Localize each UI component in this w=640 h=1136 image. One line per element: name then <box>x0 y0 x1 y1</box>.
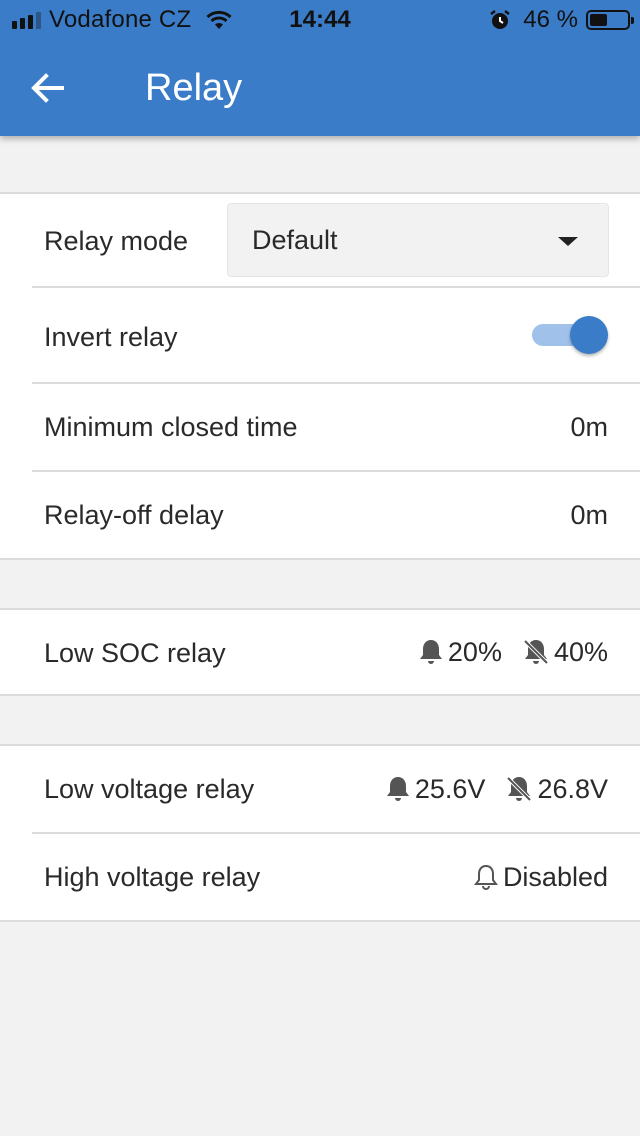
low-soc-relay-label: Low SOC relay <box>44 638 226 668</box>
invert-relay-label: Invert relay <box>44 322 178 352</box>
relay-off-delay-value: 0m <box>570 500 608 530</box>
relay-mode-label: Relay mode <box>44 226 189 256</box>
relay-mode-value: Default <box>252 225 338 255</box>
high-voltage-status: Disabled <box>502 861 608 892</box>
low-soc-relay-row[interactable]: Low SOC relay 20% 40% <box>32 610 640 694</box>
status-bar: Vodafone CZ 14:44 46 % <box>0 0 640 44</box>
low-voltage-clear-value: 26.8V <box>537 773 608 804</box>
page-title: Relay <box>145 67 243 109</box>
high-voltage-relay-label: High voltage relay <box>44 862 261 892</box>
bell-icon <box>419 640 442 664</box>
low-voltage-set-value: 25.6V <box>414 773 486 804</box>
battery-icon <box>586 10 634 30</box>
high-voltage-relay-row[interactable]: High voltage relay Disabled <box>32 834 640 920</box>
bell-outline-icon <box>473 864 498 890</box>
relay-off-delay-row[interactable]: Relay-off delay 0m <box>32 472 640 558</box>
low-voltage-relay-row[interactable]: Low voltage relay 25.6V 26.8V <box>32 746 640 834</box>
minimum-closed-time-value: 0m <box>570 412 608 442</box>
bell-icon <box>386 777 409 801</box>
battery-percentage: 46 % <box>523 6 578 33</box>
bell-off-icon <box>523 639 549 665</box>
app-header: Vodafone CZ 14:44 46 % Relay <box>0 0 640 136</box>
invert-relay-row: Invert relay <box>32 288 640 384</box>
toggle-knob <box>570 316 608 354</box>
nav-bar: Relay <box>0 44 640 136</box>
soc-group: Low SOC relay 20% 40% <box>0 608 640 696</box>
invert-relay-toggle[interactable] <box>532 316 608 354</box>
bell-off-icon <box>507 776 532 802</box>
low-soc-clear-value: 40% <box>553 636 608 667</box>
alarm-clock-icon <box>490 10 511 29</box>
battery-fill <box>590 14 607 26</box>
voltage-group: Low voltage relay 25.6V 26.8V High volta… <box>0 744 640 922</box>
low-soc-set-value: 20% <box>447 636 502 667</box>
minimum-closed-time-row[interactable]: Minimum closed time 0m <box>32 384 640 472</box>
relay-settings-group: Relay mode Default Invert relay Minimum … <box>0 192 640 560</box>
chevron-down-icon <box>558 237 578 246</box>
back-button[interactable] <box>26 66 70 110</box>
relay-mode-row: Relay mode Default <box>32 194 640 288</box>
arrow-left-icon <box>31 73 64 103</box>
relay-off-delay-label: Relay-off delay <box>44 500 224 530</box>
low-voltage-relay-label: Low voltage relay <box>44 774 255 804</box>
relay-mode-select[interactable]: Default <box>227 203 609 277</box>
minimum-closed-time-label: Minimum closed time <box>44 412 298 442</box>
